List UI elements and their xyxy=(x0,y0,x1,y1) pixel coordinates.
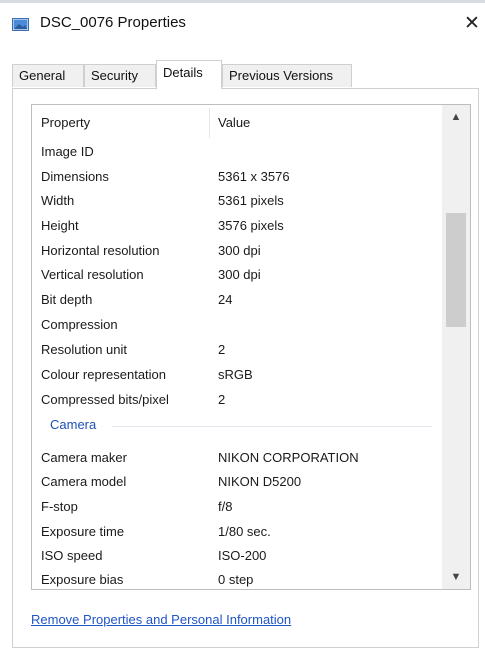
image-file-icon xyxy=(12,18,29,31)
property-name: Colour representation xyxy=(41,367,167,382)
column-header-property[interactable]: Property xyxy=(41,115,90,130)
properties-list[interactable]: Property Value Image ID Dimensions 5361 … xyxy=(31,104,471,590)
property-row[interactable]: Bit depth 24 xyxy=(32,289,442,313)
property-row[interactable]: Vertical resolution 300 dpi xyxy=(32,264,442,288)
property-value: 0 step xyxy=(218,572,254,587)
property-value: 5361 pixels xyxy=(218,193,284,208)
property-value: NIKON CORPORATION xyxy=(218,450,359,465)
tab-security[interactable]: Security xyxy=(84,64,156,87)
property-row[interactable]: Width 5361 pixels xyxy=(32,190,442,214)
property-row[interactable]: Colour representation sRGB xyxy=(32,364,442,388)
property-row[interactable]: F-stop f/8 xyxy=(32,496,442,520)
scroll-up-button[interactable]: ▲ xyxy=(442,105,470,129)
scroll-down-button[interactable]: ▼ xyxy=(442,565,470,589)
property-name: Camera maker xyxy=(41,450,127,465)
property-name: F-stop xyxy=(41,499,78,514)
title-bar: DSC_0076 Properties ✕ xyxy=(0,3,485,43)
group-divider xyxy=(112,426,432,427)
property-name: Exposure time xyxy=(41,524,125,539)
column-divider[interactable] xyxy=(209,108,210,138)
property-value: ISO-200 xyxy=(218,548,267,563)
list-header: Property Value xyxy=(32,105,442,141)
property-row[interactable]: Resolution unit 2 xyxy=(32,339,442,363)
property-row[interactable]: Exposure bias 0 step xyxy=(32,569,442,589)
property-name: Height xyxy=(41,218,79,233)
property-row[interactable]: Image ID xyxy=(32,141,442,165)
property-row[interactable]: Dimensions 5361 x 3576 xyxy=(32,166,442,190)
property-value: 2 xyxy=(218,392,226,407)
tab-general[interactable]: General xyxy=(12,64,84,87)
property-row[interactable]: Compression xyxy=(32,314,442,338)
group-label: Camera xyxy=(50,417,97,432)
property-name: Compressed bits/pixel xyxy=(41,392,169,407)
property-value: sRGB xyxy=(218,367,253,382)
property-row[interactable]: ISO speed ISO-200 xyxy=(32,545,442,569)
window-title: DSC_0076 Properties xyxy=(40,14,186,31)
property-name: ISO speed xyxy=(41,548,103,563)
tab-previous-versions[interactable]: Previous Versions xyxy=(222,64,352,87)
property-value: f/8 xyxy=(218,499,233,514)
property-name: Compression xyxy=(41,317,118,332)
property-value: 3576 pixels xyxy=(218,218,284,233)
property-value: 1/80 sec. xyxy=(218,524,271,539)
property-value: 2 xyxy=(218,342,226,357)
property-name: Resolution unit xyxy=(41,342,127,357)
tab-details[interactable]: Details xyxy=(156,60,222,89)
scrollbar-thumb[interactable] xyxy=(446,213,466,327)
property-name: Dimensions xyxy=(41,169,109,184)
property-value: 300 dpi xyxy=(218,243,261,258)
property-value: 24 xyxy=(218,292,233,307)
property-name: Width xyxy=(41,193,75,208)
property-value: 5361 x 3576 xyxy=(218,169,290,184)
property-row[interactable]: Camera maker NIKON CORPORATION xyxy=(32,447,442,471)
property-name: Horizontal resolution xyxy=(41,243,160,258)
property-row[interactable]: Exposure time 1/80 sec. xyxy=(32,521,442,545)
property-name: Camera model xyxy=(41,474,127,489)
property-row[interactable]: Height 3576 pixels xyxy=(32,215,442,239)
column-header-value[interactable]: Value xyxy=(218,115,250,130)
property-row[interactable]: Camera model NIKON D5200 xyxy=(32,471,442,495)
remove-properties-link[interactable]: Remove Properties and Personal Informati… xyxy=(31,612,291,627)
close-button[interactable]: ✕ xyxy=(461,11,483,37)
property-row[interactable]: Horizontal resolution 300 dpi xyxy=(32,240,442,264)
property-name: Exposure bias xyxy=(41,572,124,587)
property-name: Vertical resolution xyxy=(41,267,144,282)
property-name: Bit depth xyxy=(41,292,93,307)
property-value: 300 dpi xyxy=(218,267,261,282)
property-value: NIKON D5200 xyxy=(218,474,302,489)
group-heading-camera: Camera xyxy=(32,413,442,437)
vertical-scrollbar[interactable]: ▲ ▼ xyxy=(442,105,470,589)
property-row[interactable]: Compressed bits/pixel 2 xyxy=(32,389,442,413)
property-name: Image ID xyxy=(41,144,94,159)
